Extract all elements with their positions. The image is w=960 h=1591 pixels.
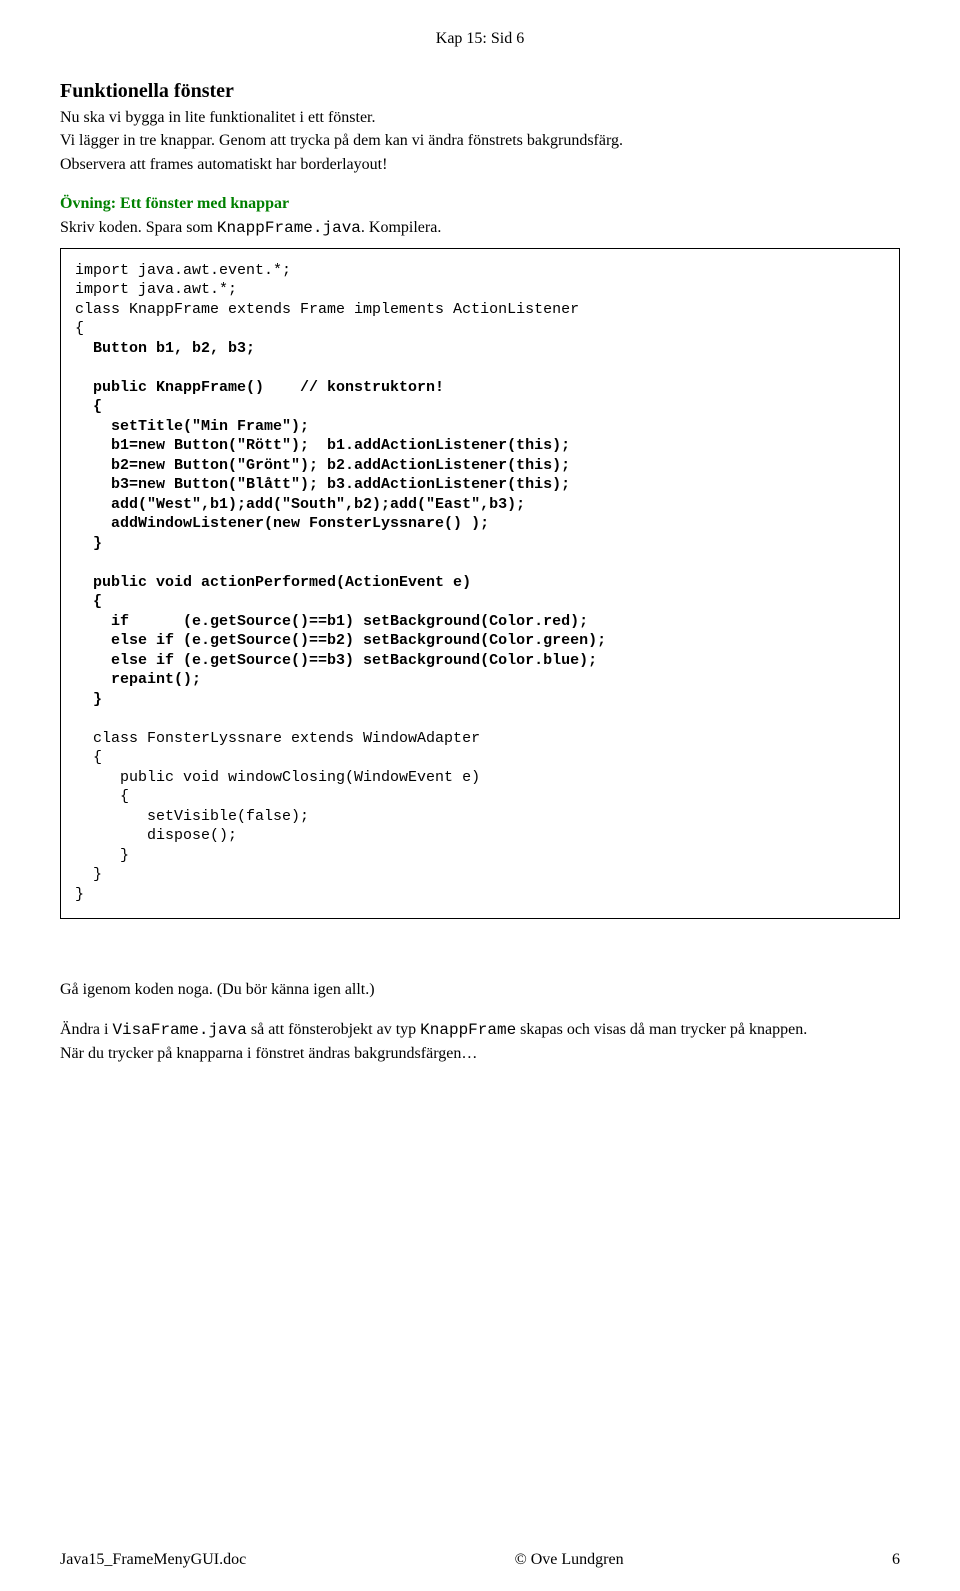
code-l21: } (75, 691, 102, 708)
code-l29: } (75, 866, 102, 883)
post2-pre: Ändra i (60, 1021, 112, 1038)
code-l14: } (75, 535, 102, 552)
exercise-filename: KnappFrame.java (217, 219, 361, 237)
code-l09: b1=new Button("Rött"); b1.addActionListe… (75, 437, 570, 454)
code-l02: import java.awt.*; (75, 281, 237, 298)
code-l24: public void windowClosing(WindowEvent e) (75, 769, 480, 786)
intro-block: Nu ska vi bygga in lite funktionalitet i… (60, 107, 900, 176)
code-l30: } (75, 886, 84, 903)
page-footer: Java15_FrameMenyGUI.doc © Ove Lundgren 6 (60, 1549, 900, 1571)
exercise-text-post: . Kompilera. (361, 219, 441, 236)
code-l16: { (75, 593, 102, 610)
code-l28: } (75, 847, 129, 864)
code-l13: addWindowListener(new FonsterLyssnare() … (75, 515, 489, 532)
code-l07: { (75, 398, 102, 415)
exercise-instruction: Skriv koden. Spara som KnappFrame.java. … (60, 217, 900, 240)
exercise-text-pre: Skriv koden. Spara som (60, 219, 217, 236)
section-heading: Funktionella fönster (60, 78, 900, 105)
code-l11: b3=new Button("Blått"); b3.addActionList… (75, 476, 570, 493)
post2-mid: så att fönsterobjekt av typ (247, 1021, 420, 1038)
code-l20: repaint(); (75, 671, 201, 688)
code-l18: else if (e.getSource()==b2) setBackgroun… (75, 632, 606, 649)
code-l15: public void actionPerformed(ActionEvent … (75, 574, 471, 591)
code-l03: class KnappFrame extends Frame implement… (75, 301, 579, 318)
post2-code2: KnappFrame (420, 1021, 516, 1039)
post-line-1: Gå igenom koden noga. (Du bör känna igen… (60, 979, 900, 1001)
code-l08: setTitle("Min Frame"); (75, 418, 309, 435)
post2-code1: VisaFrame.java (112, 1021, 246, 1039)
footer-copyright: © Ove Lundgren (515, 1549, 624, 1571)
chapter-page-header: Kap 15: Sid 6 (60, 28, 900, 50)
code-l05: Button b1, b2, b3; (75, 340, 255, 357)
post-line-3: När du trycker på knapparna i fönstret ä… (60, 1043, 900, 1065)
exercise-label: Övning: Ett fönster med knappar (60, 195, 289, 212)
code-l04: { (75, 320, 84, 337)
code-l19: else if (e.getSource()==b3) setBackgroun… (75, 652, 597, 669)
code-l22: class FonsterLyssnare extends WindowAdap… (75, 730, 480, 747)
code-block: import java.awt.event.*; import java.awt… (60, 248, 900, 920)
code-l01: import java.awt.event.*; (75, 262, 291, 279)
code-l10: b2=new Button("Grönt"); b2.addActionList… (75, 457, 570, 474)
exercise-title: Övning: Ett fönster med knappar (60, 193, 900, 215)
intro-line-2: Vi lägger in tre knappar. Genom att tryc… (60, 130, 900, 152)
footer-filename: Java15_FrameMenyGUI.doc (60, 1549, 246, 1571)
footer-pagenum: 6 (892, 1549, 900, 1571)
code-l06: public KnappFrame() // konstruktorn! (75, 379, 444, 396)
code-l17: if (e.getSource()==b1) setBackground(Col… (75, 613, 588, 630)
post-line-2: Ändra i VisaFrame.java så att fönsterobj… (60, 1019, 900, 1042)
intro-line-1: Nu ska vi bygga in lite funktionalitet i… (60, 107, 900, 129)
code-l12: add("West",b1);add("South",b2);add("East… (75, 496, 525, 513)
post2-post: skapas och visas då man trycker på knapp… (516, 1021, 807, 1038)
code-l27: dispose(); (75, 827, 237, 844)
code-l26: setVisible(false); (75, 808, 309, 825)
intro-line-3: Observera att frames automatiskt har bor… (60, 154, 900, 176)
code-l23: { (75, 749, 102, 766)
code-l25: { (75, 788, 129, 805)
